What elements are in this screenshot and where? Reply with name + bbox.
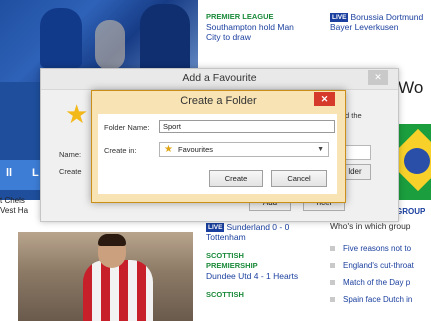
list-item[interactable]: England's cut-throat [330, 257, 431, 274]
top-news-headline-1[interactable]: Southampton hold Man [206, 22, 316, 32]
left-strip-item-b[interactable]: L [32, 167, 39, 179]
news-kicker: SCOTTISH [206, 290, 244, 299]
add-favourite-title: Add a Favourite [182, 72, 257, 84]
mid-news-list: LIVE Sunderland 0 - 0 Tottenham SCOTTISH … [206, 222, 326, 309]
fav-name-label: Name: [59, 150, 82, 159]
bottom-news-photo[interactable] [18, 232, 193, 321]
bullet-icon [330, 263, 335, 268]
create-folder-body: Folder Name: Create in: ★ Favourites ▼ C… [98, 114, 337, 194]
create-folder-title: Create a Folder [180, 95, 257, 107]
create-folder-dialog: Create a Folder ✕ Folder Name: Create in… [91, 90, 346, 203]
top-news-kicker: PREMIER LEAGUE [206, 12, 274, 21]
left-headline-line-1[interactable]: t Chels [0, 196, 44, 206]
list-item[interactable]: SCOTTISH PREMIERSHIP Dundee Utd 4 - 1 He… [206, 251, 326, 281]
left-headline[interactable]: t Chels Vest Ha [0, 196, 44, 216]
add-favourite-titlebar[interactable]: Add a Favourite ✕ [41, 69, 398, 90]
chevron-down-icon: ▼ [317, 146, 324, 153]
live-score-block[interactable]: LIVE Borussia Dortmund Bayer Leverkusen [330, 12, 431, 32]
bullet-icon [330, 280, 335, 285]
news-headline[interactable]: Dundee Utd 4 - 1 Hearts [206, 271, 326, 281]
news-headline-cont[interactable]: Tottenham [206, 232, 326, 242]
left-strip-item-a[interactable]: ll [6, 167, 12, 179]
bullet-icon [330, 297, 335, 302]
fav-create-label: Create [59, 167, 82, 176]
folder-name-input[interactable] [159, 120, 335, 133]
cancel-button[interactable]: Cancel [271, 170, 327, 187]
live-badge: LIVE [330, 13, 349, 22]
group-heading: Who's in which group [330, 221, 411, 231]
folder-name-label: Folder Name: [104, 123, 150, 132]
news-headline[interactable]: Sunderland 0 - 0 [226, 222, 289, 232]
news-kicker: SCOTTISH [206, 251, 244, 260]
list-item[interactable]: Match of the Day p [330, 274, 431, 291]
star-icon: ★ [65, 99, 89, 129]
bullet-icon [330, 246, 335, 251]
star-icon: ★ [164, 144, 173, 155]
create-in-select[interactable]: ★ Favourites ▼ [159, 142, 329, 157]
live-score-line-1[interactable]: Borussia Dortmund [350, 12, 423, 22]
list-item[interactable]: LIVE Sunderland 0 - 0 Tottenham [206, 222, 326, 242]
left-nav-strip[interactable]: ll L [0, 160, 44, 190]
fav-hint-text: d the [345, 111, 362, 120]
close-icon[interactable]: ✕ [368, 70, 388, 85]
left-headline-line-2[interactable]: Vest Ha [0, 206, 44, 216]
news-kicker-cont: PREMIERSHIP [206, 261, 258, 270]
list-item[interactable]: Five reasons not to [330, 240, 431, 257]
create-in-label: Create in: [104, 146, 137, 155]
list-item[interactable]: Spain face Dutch in [330, 291, 431, 308]
top-news-headline-2[interactable]: City to draw [206, 32, 316, 42]
list-item[interactable]: SCOTTISH [206, 290, 326, 300]
create-folder-titlebar[interactable]: Create a Folder ✕ [92, 91, 345, 110]
create-in-value: Favourites [178, 145, 214, 154]
sports-page: PREMIER LEAGUE Southampton hold Man City… [0, 0, 431, 321]
live-badge: LIVE [206, 223, 225, 232]
related-links: Five reasons not to England's cut-throat… [330, 240, 431, 308]
live-score-line-2[interactable]: Bayer Leverkusen [330, 22, 431, 32]
top-news-block[interactable]: PREMIER LEAGUE Southampton hold Man City… [206, 12, 316, 42]
close-icon[interactable]: ✕ [314, 92, 335, 106]
create-button[interactable]: Create [209, 170, 263, 187]
